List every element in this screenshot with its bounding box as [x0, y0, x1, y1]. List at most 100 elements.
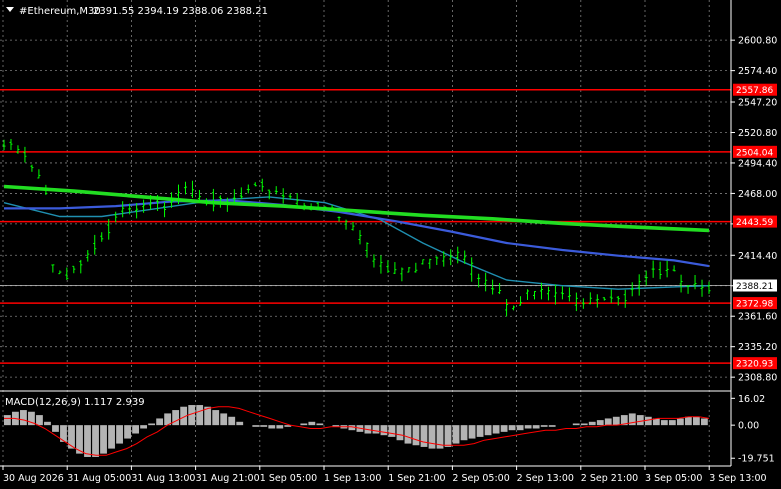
- macd-bar: [132, 425, 139, 434]
- macd-bar: [228, 416, 236, 426]
- macd-bar: [612, 416, 620, 426]
- x-tick-label: 2 Sep 21:00: [581, 473, 638, 484]
- macd-bar: [676, 418, 684, 426]
- y-tick-label: 2520.80: [738, 128, 777, 139]
- macd-bar: [548, 425, 556, 427]
- macd-bar: [196, 405, 204, 426]
- macd-bar: [500, 425, 508, 432]
- y-tick-label: 2308.80: [738, 373, 777, 384]
- macd-bar: [420, 425, 428, 447]
- macd-bar: [140, 425, 148, 429]
- macd-bar: [316, 423, 324, 426]
- macd-bar: [172, 410, 180, 426]
- y-tick-label: 2600.80: [738, 36, 777, 47]
- macd-bar: [540, 425, 548, 427]
- macd-bar: [492, 425, 500, 434]
- macd-tick-label: -19.751: [738, 454, 775, 465]
- x-tick-label: 31 Aug 13:00: [131, 473, 195, 484]
- macd-bar: [428, 425, 436, 449]
- macd-bar: [596, 420, 604, 426]
- macd-bar: [452, 425, 460, 444]
- macd-bar: [396, 425, 404, 441]
- macd-bar: [508, 425, 516, 431]
- macd-bar: [276, 425, 284, 429]
- macd-bar: [516, 425, 524, 431]
- current-price-label: 2388.21: [736, 282, 773, 292]
- macd-bar: [236, 421, 244, 426]
- macd-tick-label: 0.00: [738, 421, 759, 432]
- macd-bar: [636, 415, 644, 426]
- macd-bar: [700, 418, 708, 426]
- macd-bar: [532, 425, 540, 429]
- level-tag-label: 2443.59: [736, 218, 773, 228]
- macd-bar: [268, 425, 276, 429]
- x-tick-label: 1 Sep 21:00: [388, 473, 445, 484]
- ohlc-values: 2391.55 2394.19 2388.06 2388.21: [93, 6, 268, 17]
- x-tick-label: 31 Aug 21:00: [196, 473, 260, 484]
- y-tick-label: 2494.40: [738, 158, 777, 169]
- macd-bar: [156, 418, 164, 426]
- macd-bar: [660, 420, 668, 426]
- y-tick-label: 2574.40: [738, 66, 777, 77]
- macd-bar: [36, 415, 43, 426]
- y-tick-label: 2335.20: [738, 342, 777, 353]
- macd-bar: [220, 413, 228, 426]
- y-tick-label: 2547.20: [738, 98, 777, 109]
- macd-bar: [116, 425, 123, 444]
- macd-bar: [84, 425, 91, 457]
- macd-bar: [444, 425, 452, 447]
- macd-bar: [404, 425, 412, 444]
- y-tick-label: 2361.60: [738, 312, 777, 323]
- macd-bar: [388, 425, 396, 437]
- macd-bar: [588, 421, 596, 426]
- macd-bar: [476, 425, 484, 437]
- macd-bar: [412, 425, 420, 446]
- macd-bar: [684, 416, 692, 426]
- macd-bar: [460, 425, 468, 441]
- macd-bar: [124, 425, 131, 439]
- macd-bar: [212, 410, 220, 426]
- x-tick-label: 2 Sep 05:00: [452, 473, 509, 484]
- macd-bar: [92, 425, 99, 457]
- macd-label: MACD(12,26,9) 1.117 2.939: [5, 397, 145, 408]
- macd-bar: [300, 423, 308, 426]
- y-tick-label: 2468.00: [738, 189, 777, 200]
- macd-bar: [44, 421, 51, 426]
- x-tick-label: 3 Sep 05:00: [645, 473, 702, 484]
- macd-bar: [52, 425, 59, 432]
- macd-bar: [100, 425, 107, 454]
- macd-bar: [4, 415, 11, 426]
- macd-bar: [668, 420, 676, 426]
- x-tick-label: 3 Sep 13:00: [709, 473, 766, 484]
- level-tag-label: 2320.93: [736, 360, 773, 370]
- macd-bar: [468, 425, 476, 439]
- x-tick-label: 31 Aug 05:00: [67, 473, 131, 484]
- y-tick-label: 2414.40: [738, 251, 777, 262]
- macd-bar: [308, 421, 316, 426]
- macd-bar: [524, 425, 532, 429]
- macd-bar: [260, 425, 268, 427]
- price-chart[interactable]: 2600.80 2574.40 2547.20 2520.80 2494.40 2468.…: [0, 0, 781, 489]
- level-tag-label: 2372.98: [736, 300, 773, 310]
- macd-bar: [108, 425, 115, 449]
- macd-bar: [20, 410, 27, 426]
- macd-bar: [372, 425, 380, 434]
- symbol-timeframe: #Ethereum,M30: [19, 6, 101, 17]
- x-tick-label: 30 Aug 2026: [3, 473, 64, 484]
- macd-bar: [380, 425, 388, 436]
- macd-bar: [252, 425, 260, 427]
- level-tag-label: 2557.86: [736, 86, 773, 96]
- macd-bar: [572, 423, 580, 426]
- macd-bar: [644, 416, 652, 426]
- x-tick-label: 1 Sep 05:00: [260, 473, 317, 484]
- macd-bar: [604, 418, 612, 426]
- macd-bar: [484, 425, 492, 436]
- macd-bar: [68, 425, 75, 449]
- macd-bar: [148, 423, 156, 426]
- x-tick-label: 2 Sep 13:00: [517, 473, 574, 484]
- macd-bar: [692, 416, 700, 426]
- level-tag-label: 2504.04: [736, 148, 773, 158]
- macd-bar: [580, 423, 588, 426]
- x-tick-label: 1 Sep 13:00: [324, 473, 381, 484]
- chart-background: [0, 0, 781, 489]
